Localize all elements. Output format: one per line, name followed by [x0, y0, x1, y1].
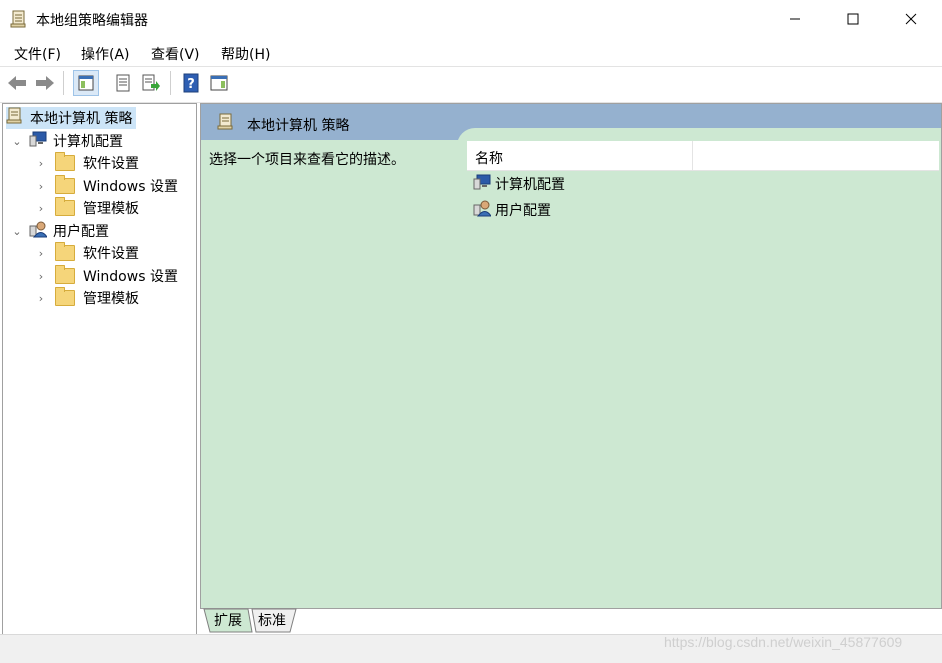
chevron-right-icon[interactable]: › [35, 202, 47, 215]
chevron-right-icon[interactable]: › [35, 180, 47, 193]
tree-item-label: Windows 设置 [83, 269, 178, 285]
folder-icon [55, 152, 75, 171]
tree-item-computer-software[interactable]: › 软件设置 [35, 152, 139, 174]
toolbar-separator [170, 71, 171, 95]
chevron-right-icon[interactable]: › [35, 157, 47, 170]
show-action-pane-icon[interactable] [208, 72, 230, 94]
tree-item-label: 计算机配置 [53, 134, 123, 150]
folder-icon [55, 287, 75, 306]
details-pane: 本地计算机 策略 选择一个项目来查看它的描述。 名称 计算机配置 用户配置 [200, 103, 942, 609]
svg-text:?: ? [187, 77, 195, 92]
export-list-icon[interactable] [140, 72, 162, 94]
chevron-down-icon[interactable]: ⌄ [11, 225, 23, 238]
folder-icon [55, 242, 75, 261]
tree-item-user-software[interactable]: › 软件设置 [35, 242, 139, 264]
computer-icon [29, 131, 47, 151]
menu-file[interactable]: 文件(F) [12, 44, 63, 64]
tree-item-label: 软件设置 [83, 156, 139, 172]
console-tree: 本地计算机 策略 ⌄ 计算机配置 › 软件设置 › Windows 设置 › 管… [2, 103, 197, 635]
tree-item-label: 管理模板 [83, 291, 139, 307]
column-header-name[interactable]: 名称 [475, 148, 503, 168]
menu-help[interactable]: 帮助(H) [219, 44, 272, 64]
pane-title: 本地计算机 策略 [247, 118, 350, 134]
minimize-button[interactable] [766, 0, 824, 38]
menu-view[interactable]: 查看(V) [149, 44, 202, 64]
chevron-down-icon[interactable]: ⌄ [11, 135, 23, 148]
chevron-right-icon[interactable]: › [35, 247, 47, 260]
watermark-text: https://blog.csdn.net/weixin_45877609 [664, 634, 903, 650]
folder-icon [55, 265, 75, 284]
forward-icon[interactable] [34, 72, 56, 94]
help-icon[interactable]: ? [180, 72, 202, 94]
computer-icon [473, 174, 491, 194]
back-icon[interactable] [6, 72, 28, 94]
menu-bar [0, 38, 942, 66]
list-item-user-config[interactable]: 用户配置 [473, 199, 551, 221]
window-title: 本地组策略编辑器 [36, 13, 148, 29]
description-text: 选择一个项目来查看它的描述。 [209, 152, 405, 168]
tree-item-user-config[interactable]: ⌄ 用户配置 [11, 220, 109, 242]
user-icon [29, 220, 48, 242]
tree-item-label: 软件设置 [83, 246, 139, 262]
policy-scroll-icon [10, 9, 28, 29]
tree-item-label: 管理模板 [83, 201, 139, 217]
toolbar-separator [63, 71, 64, 95]
list-item-label: 计算机配置 [495, 177, 565, 193]
policy-scroll-icon [217, 113, 235, 135]
chevron-right-icon[interactable]: › [35, 292, 47, 305]
tree-item-label: 用户配置 [53, 224, 109, 240]
tree-item-root[interactable]: 本地计算机 策略 [6, 107, 137, 129]
maximize-button[interactable] [824, 0, 882, 38]
menu-action[interactable]: 操作(A) [79, 44, 132, 64]
folder-icon [55, 175, 75, 194]
tab-standard[interactable]: 标准 [252, 608, 292, 632]
properties-icon[interactable] [112, 72, 134, 94]
list-header: 名称 [467, 141, 939, 171]
column-divider[interactable] [692, 141, 693, 170]
tree-item-computer-windows[interactable]: › Windows 设置 [35, 175, 178, 197]
list-item-computer-config[interactable]: 计算机配置 [473, 173, 565, 195]
chevron-right-icon[interactable]: › [35, 270, 47, 283]
tree-item-label: Windows 设置 [83, 179, 178, 195]
tree-item-label: 本地计算机 策略 [30, 111, 133, 127]
view-tabs: 扩展 标准 [200, 608, 942, 634]
tree-item-user-admin[interactable]: › 管理模板 [35, 287, 139, 309]
tree-item-user-windows[interactable]: › Windows 设置 [35, 265, 178, 287]
show-hide-tree-icon[interactable] [73, 70, 99, 96]
close-button[interactable] [882, 0, 940, 38]
tab-extended[interactable]: 扩展 [208, 608, 248, 632]
user-icon [473, 199, 492, 221]
tree-item-computer-admin[interactable]: › 管理模板 [35, 197, 139, 219]
tree-item-computer-config[interactable]: ⌄ 计算机配置 [11, 130, 123, 152]
folder-icon [55, 197, 75, 216]
list-item-label: 用户配置 [495, 203, 551, 219]
policy-scroll-icon [6, 107, 24, 129]
